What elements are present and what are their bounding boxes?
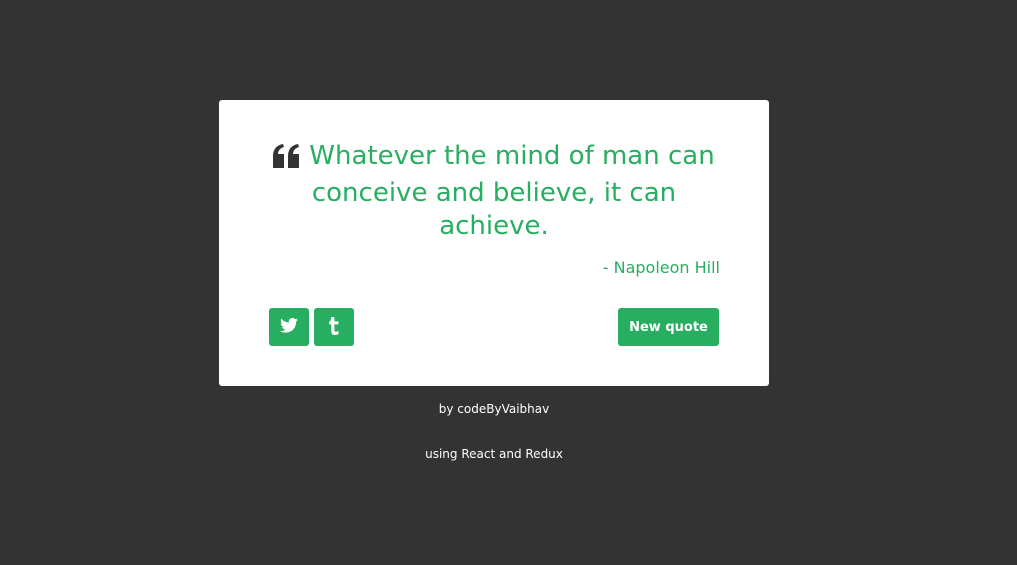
tweet-quote-button[interactable]: [269, 308, 309, 346]
new-quote-button[interactable]: New quote: [618, 308, 719, 346]
quote-text-container: Whatever the mind of man can conceive an…: [269, 140, 719, 243]
twitter-icon: [280, 318, 298, 336]
tumblr-quote-button[interactable]: [314, 308, 354, 346]
footer-credit: by codeByVaibhav: [438, 402, 550, 416]
quote-left-icon: [273, 144, 301, 177]
quote-text: Whatever the mind of man can conceive an…: [309, 141, 715, 241]
quote-author: - Napoleon Hill: [602, 258, 720, 277]
tumblr-icon: [328, 316, 340, 338]
quote-box: Whatever the mind of man can conceive an…: [219, 100, 769, 386]
footer-tech: using React and Redux: [425, 447, 563, 461]
